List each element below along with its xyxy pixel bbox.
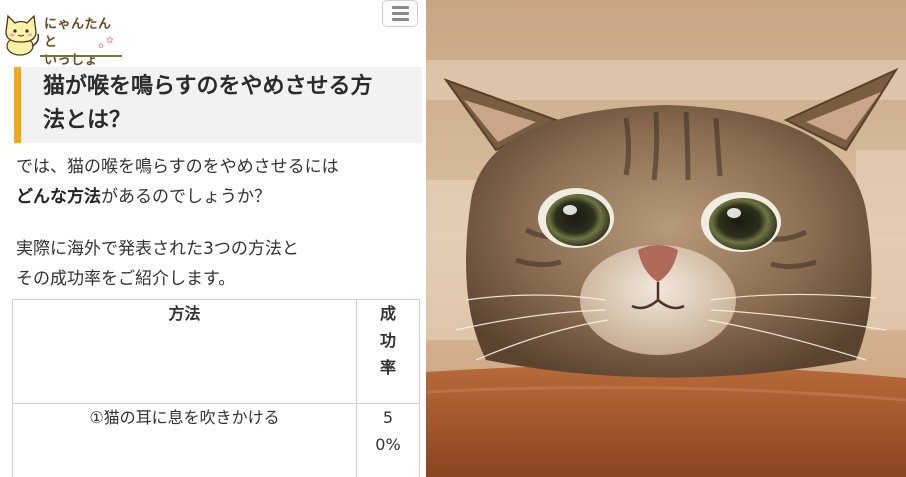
cat-mascot-icon (5, 14, 40, 56)
methods-intro-line-1: 実際に海外で発表された3つの方法と (16, 239, 299, 259)
header-success-rate: 成功率 (356, 299, 420, 404)
heading-line-2: 法とは？ (43, 108, 132, 133)
intro-paragraph: では、猫の喉を鳴らすのをやめさせるには どんな方法があるのでしょうか？ (16, 152, 416, 212)
intro-bold-text: どんな方法 (16, 187, 101, 207)
site-logo[interactable]: にゃんたんと いっしょ ✿ ✿ (2, 6, 122, 68)
paw-icon: ✿ (98, 42, 104, 50)
section-heading: 猫が喉を鳴らすのをやめさせる方 法とは？ (14, 67, 422, 143)
heading-line-1: 猫が喉を鳴らすのをやめさせる方 (43, 74, 373, 99)
logo-underline (40, 55, 122, 57)
menu-button[interactable] (382, 0, 418, 27)
header-success-rate-text: 成功率 (379, 304, 396, 377)
intro-line-1: では、猫の喉を鳴らすのをやめさせるには (16, 157, 339, 177)
methods-intro-paragraph: 実際に海外で発表された3つの方法と その成功率をご紹介します。 (16, 234, 416, 294)
header-method: 方法 (12, 299, 357, 404)
methods-table: 方法 成功率 ①猫の耳に息を吹きかける 50% (12, 299, 420, 477)
table-row: ①猫の耳に息を吹きかける 50% (12, 403, 420, 477)
logo-line-1: にゃんたんと (44, 17, 112, 50)
cat-photo (426, 0, 906, 477)
article-panel: にゃんたんと いっしょ ✿ ✿ 猫が喉を鳴らすのをやめさせる方 法とは？ では、… (0, 0, 422, 477)
cat-photo-image (426, 0, 906, 477)
section-heading-text: 猫が喉を鳴らすのをやめさせる方 法とは？ (43, 70, 422, 138)
paw-icon: ✿ (106, 36, 114, 46)
rate-text: 50% (375, 408, 401, 454)
menu-icon-bar (392, 12, 409, 15)
method-cell: ①猫の耳に息を吹きかける (12, 403, 357, 477)
rate-cell: 50% (356, 403, 420, 477)
site-header: にゃんたんと いっしょ ✿ ✿ (0, 0, 422, 68)
menu-icon-bar (392, 18, 409, 21)
menu-icon (392, 6, 409, 9)
intro-rest-text: があるのでしょうか？ (101, 187, 271, 207)
table-header-row: 方法 成功率 (12, 299, 420, 404)
intro-line-2: どんな方法があるのでしょうか？ (16, 182, 416, 212)
methods-intro-line-2: その成功率をご紹介します。 (16, 269, 236, 289)
